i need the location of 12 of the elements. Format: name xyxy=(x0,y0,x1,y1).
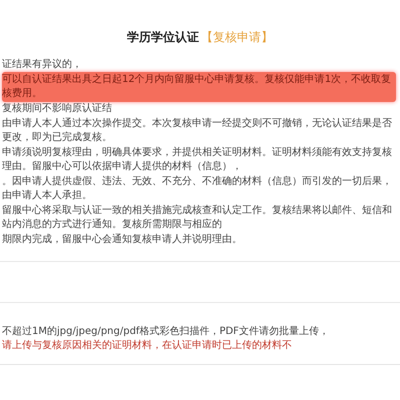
notice-text: 期限内完成，留服中心会通知复核申请人并说明理由。 xyxy=(2,233,242,247)
notice-text: 由申请人本人通过本次操作提交。本次复核申请一经提交则不可撤销，无论认证结果是否更改，即为已完成复核。 xyxy=(2,117,393,145)
page-tag: 【复核申请】 xyxy=(201,30,273,44)
notice-text: 。因申请人提供虚假、违法、无效、不充分、不准确的材料（信息）而引发的一切后果，由申请人本人承担。 xyxy=(2,175,393,203)
warning-text: 请上传与复核原因相关的证明材料，在认证申请时已上传的材料不 xyxy=(2,339,292,353)
notice-text: 复核期间不影响原认证结 xyxy=(2,102,112,116)
notice-text: 不超过1M的jpg/jpeg/png/pdf格式彩色扫描件，PDF文件请勿批量上传， xyxy=(2,325,329,339)
notice-text: 证结果有异议的， xyxy=(2,58,82,72)
page-title: 学历学位认证 xyxy=(127,30,199,44)
notice-text: 留服中心将采取与认证一致的相关措施完成核查和认定工作。复核结果将以邮件、短信和站内消息的方式进行通知。复核所需期限与相应的 xyxy=(2,204,393,232)
highlighted-text: 可以自认证结果出具之日起12个月内向留服中心申请复核。复核仅能申请1次，不收取复核费用。 xyxy=(2,72,396,102)
notice-text: 申请须说明复核理由，明确具体要求，并提供相关证明材料。证明材料须能有效支持复核理由。留服中心可以依据申请人提供的材料（信息）， xyxy=(2,146,393,174)
